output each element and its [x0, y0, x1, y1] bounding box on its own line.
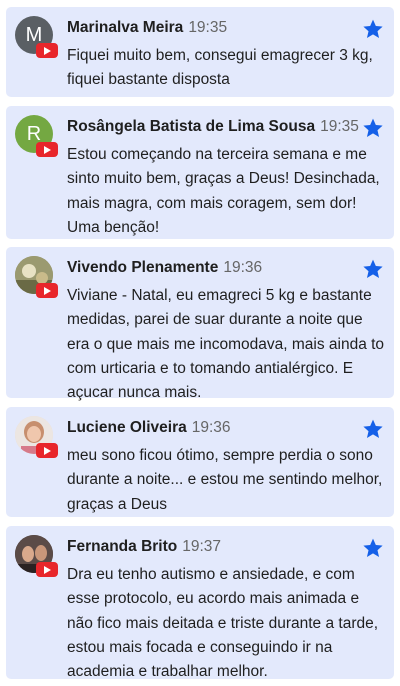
- author-name[interactable]: Marinalva Meira: [67, 19, 183, 36]
- comment-time: 19:35: [320, 118, 359, 135]
- star-icon[interactable]: [362, 258, 384, 280]
- comment-time: 19:36: [191, 419, 231, 436]
- author-name[interactable]: Vivendo Plenamente: [67, 259, 218, 276]
- comment-card: R Rosângela Batista de Lima Sousa 19:35 E…: [6, 106, 394, 239]
- author-name[interactable]: Rosângela Batista de Lima Sousa: [67, 118, 315, 135]
- youtube-badge-icon: [36, 283, 58, 298]
- author-name[interactable]: Fernanda Brito: [67, 538, 177, 555]
- comment-time: 19:37: [182, 538, 222, 555]
- comment-card: Fernanda Brito 19:37 Dra eu tenho autismo…: [6, 526, 394, 680]
- comment-header: Marinalva Meira 19:35: [67, 18, 364, 38]
- youtube-badge-icon: [36, 562, 58, 577]
- author-name[interactable]: Luciene Oliveira: [67, 419, 187, 436]
- comment-time: 19:35: [188, 19, 228, 36]
- comment-card: Vivendo Plenamente 19:36 Viviane - Natal,…: [6, 247, 394, 401]
- comment-header: Luciene Oliveira 19:36: [67, 418, 364, 438]
- comment-card: M Marinalva Meira 19:35 Fiquei muito bem,…: [6, 7, 394, 97]
- comment-text: Estou começando na terceira semana e me …: [67, 146, 380, 236]
- comment-feed: M Marinalva Meira 19:35 Fiquei muito bem,…: [0, 0, 400, 686]
- star-icon[interactable]: [362, 18, 384, 40]
- comment-text: Viviane - Natal, eu emagreci 5 kg e bast…: [67, 287, 385, 402]
- youtube-badge-icon: [36, 443, 58, 458]
- star-icon[interactable]: [362, 117, 384, 139]
- star-icon[interactable]: [362, 537, 384, 559]
- star-icon[interactable]: [362, 418, 384, 440]
- comment-header: Rosângela Batista de Lima Sousa 19:35: [67, 117, 364, 137]
- comment-text: Dra eu tenho autismo e ansiedade, e com …: [67, 566, 379, 681]
- youtube-badge-icon: [36, 43, 58, 58]
- comment-time: 19:36: [223, 259, 263, 276]
- comment-header: Fernanda Brito 19:37: [67, 537, 364, 557]
- comment-card: Luciene Oliveira 19:36 meu sono ficou óti…: [6, 407, 394, 517]
- comment-text: meu sono ficou ótimo, sempre perdia o so…: [67, 447, 383, 513]
- comment-header: Vivendo Plenamente 19:36: [67, 258, 364, 278]
- youtube-badge-icon: [36, 142, 58, 157]
- comment-text: Fiquei muito bem, consegui emagrecer 3 k…: [67, 47, 373, 89]
